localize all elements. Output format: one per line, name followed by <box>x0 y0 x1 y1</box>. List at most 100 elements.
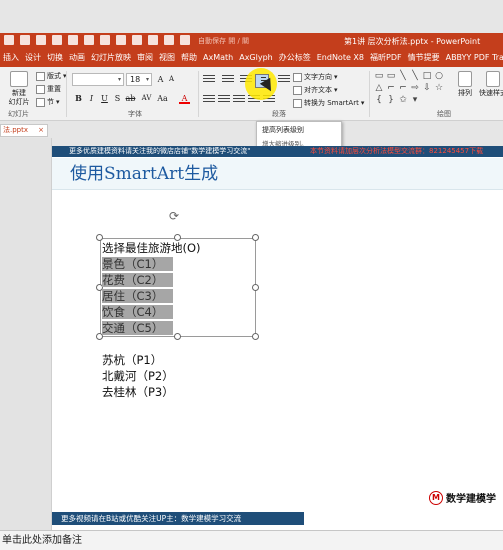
notes-pane[interactable]: 单击此处添加备注 <box>0 530 503 550</box>
tooltip-title: 提高列表级别 <box>262 126 304 134</box>
redo-icon[interactable] <box>36 35 46 45</box>
shape-brace-icon[interactable]: } <box>385 94 397 106</box>
tab-view[interactable]: 视图 <box>156 49 178 67</box>
table-icon[interactable] <box>68 35 78 45</box>
tab-axglyph[interactable]: AxGlyph <box>236 49 276 67</box>
brand-logo: M 数学建模学 <box>429 490 496 505</box>
section-button[interactable]: 节 ▾ <box>36 97 60 107</box>
autosave-toggle[interactable]: 自動保存 開 / 關 <box>198 36 249 46</box>
text-direction-button[interactable]: 文字方向 ▾ <box>293 72 338 82</box>
list-item[interactable]: 苏杭（P1） <box>102 352 174 368</box>
shape-connector-icon[interactable]: ⌐ <box>385 82 397 94</box>
tab-abbyy[interactable]: ABBYY PDF Transformer+ <box>443 49 503 67</box>
list-item-level1[interactable]: 选择最佳旅游地(O) <box>102 240 201 256</box>
chart-icon[interactable] <box>52 35 62 45</box>
shape-line-icon[interactable]: ╲ <box>409 70 421 82</box>
align-right-icon[interactable] <box>233 95 245 105</box>
line-spacing-icon[interactable] <box>278 75 290 85</box>
change-case-icon[interactable]: Aa <box>157 93 168 104</box>
convert-smartart-button[interactable]: 转换为 SmartArt ▾ <box>293 98 364 108</box>
tab-storyboard[interactable]: 情节提要 <box>405 49 443 67</box>
new-slide-button[interactable]: 新建 幻灯片 <box>6 71 32 107</box>
tab-axmath[interactable]: AxMath <box>200 49 236 67</box>
shape-triangle-icon[interactable]: △ <box>373 82 385 94</box>
list-item-selected[interactable]: 居住（C3） <box>102 289 174 303</box>
logo-mark-icon: M <box>429 490 443 505</box>
shape-rect-icon[interactable]: ▭ <box>385 70 397 82</box>
shape-arrow-icon[interactable]: ⇩ <box>421 82 433 94</box>
shape-line-icon[interactable]: ╲ <box>397 70 409 82</box>
more-icon[interactable] <box>180 35 190 45</box>
tab-insert[interactable]: 插入 <box>0 49 22 67</box>
slide-canvas[interactable]: 更多优质建模资料请关注我的微店店铺"数学建模学习交流" 本节资料请加层次分析法模… <box>52 146 503 530</box>
tab-endnote[interactable]: EndNote X8 <box>314 49 367 67</box>
draw-icon[interactable] <box>100 35 110 45</box>
reset-button[interactable]: 重置 <box>36 84 61 94</box>
shape-more-icon[interactable]: ▾ <box>409 94 421 106</box>
font-size-combo[interactable]: 18 ▾ <box>126 73 152 86</box>
close-tab-icon[interactable]: × <box>38 125 44 136</box>
underline-button[interactable]: U <box>99 93 110 104</box>
align-text-button[interactable]: 对齐文本 ▾ <box>293 85 338 95</box>
start-show-icon[interactable] <box>132 35 142 45</box>
list-item[interactable]: 去桂林（P3） <box>102 384 174 400</box>
list-item-selected[interactable]: 饮食（C4） <box>102 305 174 319</box>
resize-handle[interactable] <box>252 234 259 241</box>
picture-icon[interactable] <box>84 35 94 45</box>
char-spacing-icon[interactable]: AV <box>141 93 152 104</box>
slide-title[interactable]: 使用SmartArt生成 <box>52 158 503 190</box>
tab-help[interactable]: 帮助 <box>178 49 200 67</box>
list-item[interactable]: 北戴河（P2） <box>102 368 174 384</box>
tab-animations[interactable]: 动画 <box>66 49 88 67</box>
resize-handle[interactable] <box>252 333 259 340</box>
shape-oval-icon[interactable]: ○ <box>433 70 445 82</box>
format-painter-icon[interactable] <box>148 35 158 45</box>
find-icon[interactable] <box>164 35 174 45</box>
layout-button[interactable]: 版式 ▾ <box>36 71 67 81</box>
tab-office-tab[interactable]: 办公标签 <box>276 49 314 67</box>
shape-star-icon[interactable]: ✩ <box>397 94 409 106</box>
shape-connector-icon[interactable]: ⌐ <box>397 82 409 94</box>
reset-label: 重置 <box>47 85 61 93</box>
save-icon[interactable] <box>4 35 14 45</box>
numbering-icon[interactable] <box>222 75 234 85</box>
alternatives-text[interactable]: 苏杭（P1） 北戴河（P2） 去桂林（P3） <box>102 352 174 400</box>
tab-foxit-pdf[interactable]: 福昕PDF <box>367 49 405 67</box>
arrange-button[interactable]: 排列 <box>455 71 475 98</box>
rotate-handle-icon[interactable]: ⟳ <box>169 209 179 223</box>
quick-styles-button[interactable]: 快速样式 <box>478 71 503 98</box>
align-center-icon[interactable] <box>218 95 230 105</box>
shape-arrow-icon[interactable]: ⇨ <box>409 82 421 94</box>
font-name-combo[interactable]: ▾ <box>72 73 124 86</box>
shape-rect-icon[interactable]: ▭ <box>373 70 385 82</box>
resize-handle[interactable] <box>252 284 259 291</box>
list-item-selected[interactable]: 景色（C1） <box>102 257 174 271</box>
shape-brace-icon[interactable]: { <box>373 94 385 106</box>
list-item-selected[interactable]: 花费（C2） <box>102 273 174 287</box>
bullets-icon[interactable] <box>203 75 215 85</box>
shape-star-icon[interactable]: ☆ <box>433 82 445 94</box>
tab-transitions[interactable]: 切换 <box>44 49 66 67</box>
shapes-gallery[interactable]: ▭ ▭ ╲ ╲ □ ○ △ ⌐ ⌐ ⇨ ⇩ ☆ { } ✩ ▾ <box>373 70 445 108</box>
italic-button[interactable]: I <box>86 93 97 104</box>
tab-design[interactable]: 设计 <box>22 49 44 67</box>
slide-thumbnail-pane[interactable] <box>0 138 52 530</box>
align-text-label: 对齐文本 <box>304 86 332 94</box>
shape-rect-icon[interactable]: □ <box>421 70 433 82</box>
group-divider <box>198 71 199 117</box>
font-color-button[interactable]: A <box>179 93 190 104</box>
tab-slideshow[interactable]: 幻灯片放映 <box>88 49 134 67</box>
bold-button[interactable]: B <box>73 93 84 104</box>
align-left-icon[interactable] <box>203 95 215 105</box>
strikethrough-icon[interactable]: ab <box>125 93 136 104</box>
document-tab[interactable]: 法.pptx × <box>0 124 48 137</box>
list-item-selected[interactable]: 交通（C5） <box>102 321 174 335</box>
shadow-button[interactable]: S <box>112 93 123 104</box>
undo-icon[interactable] <box>20 35 30 45</box>
shrink-font-icon[interactable]: A <box>166 74 177 85</box>
list-text[interactable]: 选择最佳旅游地(O) 景色（C1） 花费（C2） 居住（C3） 饮食（C4） 交… <box>102 240 201 336</box>
grow-font-icon[interactable]: A <box>155 74 166 85</box>
shapes-icon[interactable] <box>116 35 126 45</box>
document-tab-label: 法.pptx <box>3 126 28 134</box>
tab-review[interactable]: 审阅 <box>134 49 156 67</box>
